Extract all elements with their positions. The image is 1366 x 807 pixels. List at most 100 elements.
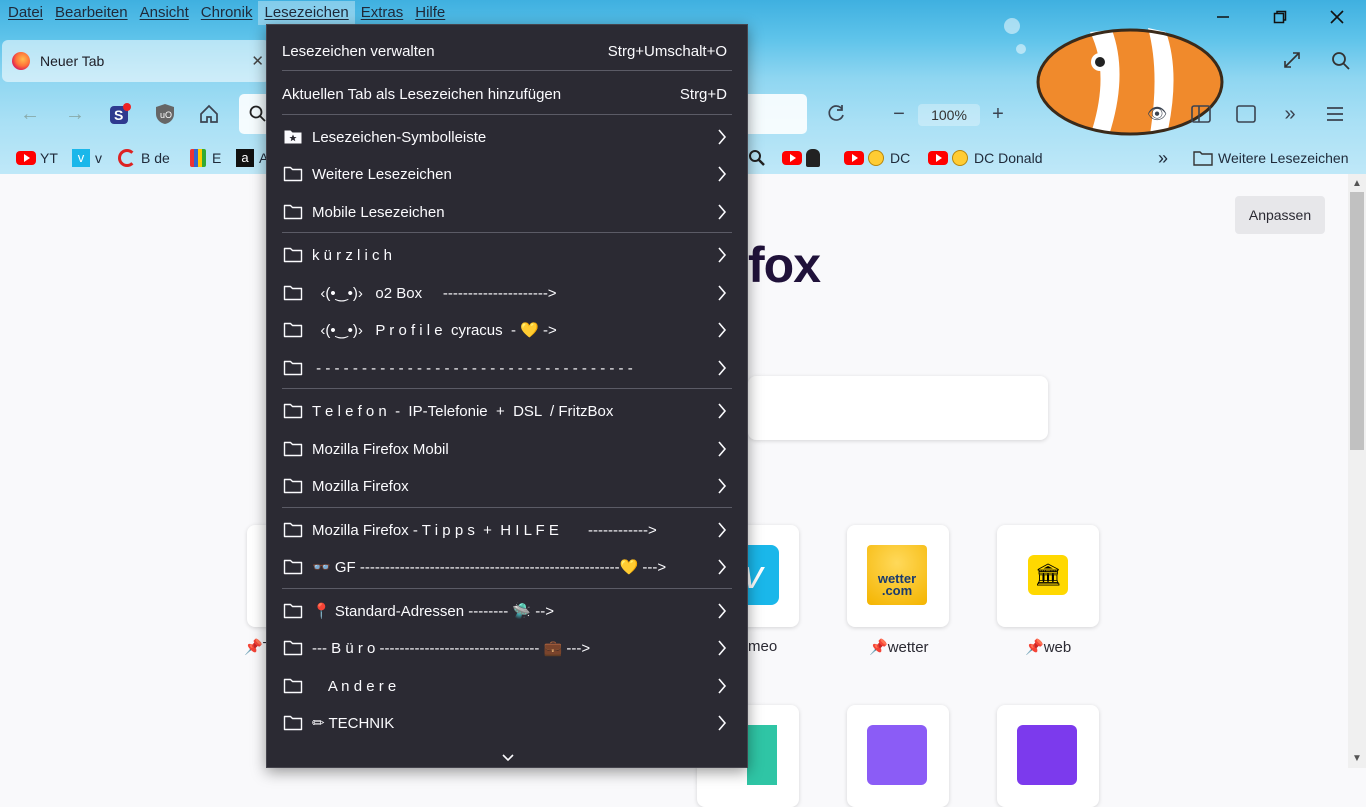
new-tab-search-box[interactable] [748, 376, 1048, 440]
pin-icon: 📌 [869, 639, 888, 656]
app-menu-button[interactable] [1318, 97, 1352, 131]
menu-extras[interactable]: Extras [355, 1, 410, 25]
bookmark-dc-donald[interactable]: DC Donald [928, 147, 1042, 169]
sidebar-button[interactable] [1184, 97, 1218, 131]
chevron-right-icon [717, 714, 727, 732]
menuitem-folder-14[interactable]: A n d e r e [267, 668, 747, 704]
bookmark-e[interactable]: E [190, 147, 221, 169]
scrollbar-thumb[interactable] [1350, 192, 1364, 450]
bookmark-label: v [95, 150, 102, 166]
sidebar-icon [1191, 105, 1211, 123]
restore-icon [1273, 10, 1287, 24]
menuitem-folder-10[interactable]: Mozilla Firefox - T i p p s + H I L F E … [267, 512, 747, 548]
chevron-right-icon [717, 521, 727, 539]
bookmark-yt[interactable]: YT [16, 147, 58, 169]
search-icon[interactable] [1331, 51, 1351, 76]
shortcut-label-wetter: 📌wetter [869, 639, 929, 656]
firefox-wordmark: fox [748, 237, 821, 293]
bubble-decoration [1016, 44, 1026, 54]
menuitem-label: Lesezeichen verwalten [282, 42, 435, 60]
overflow-button[interactable]: » [1273, 97, 1307, 131]
bookmarks-overflow-button[interactable]: » [1158, 147, 1168, 169]
folder-icon [283, 203, 303, 221]
window-button[interactable] [1229, 97, 1263, 131]
home-button[interactable] [192, 97, 226, 131]
menu-hilfe[interactable]: Hilfe [409, 1, 451, 25]
customize-button[interactable]: Anpassen [1235, 196, 1325, 234]
menuitem-folder-11[interactable]: 👓 GF -----------------------------------… [267, 549, 747, 585]
menuitem-folder-3[interactable]: k ü r z l i c h [267, 237, 747, 273]
bookmark-weitere-lesezeichen[interactable]: Weitere Lesezeichen [1193, 147, 1348, 169]
reload-button[interactable] [819, 97, 853, 131]
bookmark-amazon[interactable]: aA [236, 147, 268, 169]
zoom-in-button[interactable]: + [981, 97, 1015, 131]
shortcut-tile-wetter[interactable]: wetter .com [847, 525, 949, 627]
extension-eye-button[interactable]: 👁 [1140, 97, 1174, 131]
menuitem-label: ✏ TECHNIK [312, 715, 395, 732]
bookmark-label: YT [40, 150, 58, 166]
reload-icon [828, 105, 844, 121]
menu-scroll-down-icon[interactable] [501, 751, 515, 763]
menuitem-folder-0[interactable]: Lesezeichen-Symbolleiste [267, 119, 747, 155]
minimize-icon [1217, 16, 1229, 18]
menuitem-folder-9[interactable]: Mozilla Firefox [267, 468, 747, 504]
menuitem-folder-6[interactable]: - - - - - - - - - - - - - - - - - - - - … [267, 350, 747, 386]
close-window-button[interactable] [1314, 4, 1360, 30]
window-icon [1236, 105, 1256, 123]
menuitem-folder-2[interactable]: Mobile Lesezeichen [267, 194, 747, 230]
menuitem-label: ‹(•‿•)› o2 Box ---------------------> [312, 285, 557, 302]
shortcut-tile-row2-3[interactable] [997, 705, 1099, 807]
forward-button[interactable]: → [58, 97, 92, 131]
menuitem-folder-12[interactable]: 📍 Standard-Adressen -------- 🛸 --> [267, 593, 747, 629]
minimize-button[interactable] [1200, 4, 1246, 30]
shortcut-tile-web[interactable]: 🏛 [997, 525, 1099, 627]
home-icon [200, 104, 218, 123]
menuitem-folder-15[interactable]: ✏ TECHNIK [267, 705, 747, 741]
chevron-right-icon [717, 165, 727, 183]
zoom-out-button[interactable]: − [882, 97, 916, 131]
scroll-up-icon[interactable]: ▲ [1352, 178, 1362, 189]
bookmark-v[interactable]: vv [72, 147, 102, 169]
back-button[interactable]: ← [13, 97, 47, 131]
folder-icon [283, 602, 303, 620]
folder-icon [283, 321, 303, 339]
ublock-button[interactable]: uO [148, 97, 182, 131]
s-extension-icon: S [110, 103, 131, 124]
menu-datei[interactable]: Datei [2, 1, 49, 25]
menuitem-manage-bookmarks[interactable]: Lesezeichen verwalten Strg+Umschalt+O [267, 33, 747, 69]
folder-icon [283, 165, 303, 183]
bookmark-search[interactable] [748, 147, 766, 169]
shortcut-tile-row2-2[interactable] [847, 705, 949, 807]
extension-button[interactable]: S [103, 97, 137, 131]
close-tab-icon[interactable]: ✕ [251, 52, 264, 70]
menu-bearbeiten[interactable]: Bearbeiten [49, 1, 134, 25]
menuitem-bookmark-current-tab[interactable]: Aktuellen Tab als Lesezeichen hinzufügen… [267, 76, 747, 112]
menu-chronik[interactable]: Chronik [195, 1, 259, 25]
page-scrollbar[interactable]: ▲ ▼ [1348, 174, 1366, 768]
menuitem-folder-8[interactable]: Mozilla Firefox Mobil [267, 431, 747, 467]
restore-button[interactable] [1257, 4, 1303, 30]
menu-ansicht[interactable]: Ansicht [134, 1, 195, 25]
menuitem-folder-4[interactable]: ‹(•‿•)› o2 Box ---------------------> [267, 275, 747, 311]
menu-lesezeichen[interactable]: Lesezeichen [258, 1, 355, 25]
chevron-right-icon [717, 203, 727, 221]
fullscreen-icon[interactable] [1282, 50, 1302, 75]
menuitem-label: Mozilla Firefox [312, 477, 409, 495]
chevron-right-icon [717, 402, 727, 420]
menuitem-folder-1[interactable]: Weitere Lesezeichen [267, 156, 747, 192]
bookmark-b-de[interactable]: B de [118, 147, 170, 169]
firefox-icon [12, 52, 30, 70]
menuitem-folder-5[interactable]: ‹(•‿•)› P r o f i l e cyracus - 💛 -> [267, 312, 747, 348]
bookmark-dc[interactable]: DC [844, 147, 910, 169]
menuitem-folder-7[interactable]: T e l e f o n - IP-Telefonie + DSL / Fri… [267, 393, 747, 429]
zoom-reset-button[interactable]: 100% [918, 104, 980, 126]
scroll-down-icon[interactable]: ▼ [1352, 753, 1362, 764]
tab-neuer-tab[interactable]: Neuer Tab ✕ [2, 40, 270, 82]
folder-icon [283, 440, 303, 458]
web-logo-icon: 🏛 [1028, 555, 1068, 595]
chevron-right-icon [717, 246, 727, 264]
bookmark-yt-guard[interactable] [782, 147, 820, 169]
tab-title: Neuer Tab [40, 53, 105, 69]
menuitem-folder-13[interactable]: --- B ü r o ----------------------------… [267, 630, 747, 666]
menuitem-label: T e l e f o n - IP-Telefonie + DSL / Fri… [312, 402, 614, 420]
